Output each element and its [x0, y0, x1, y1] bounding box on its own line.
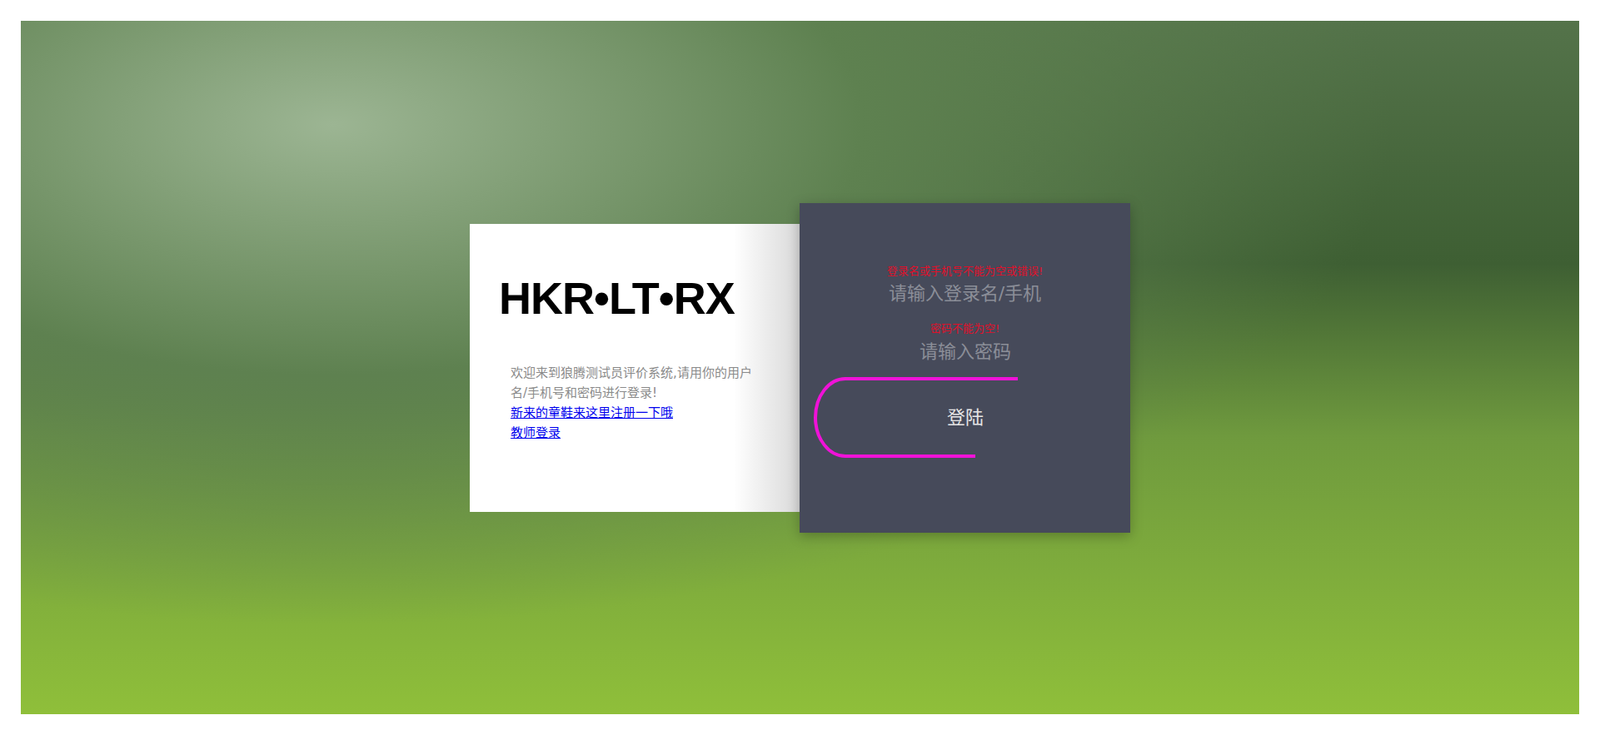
- info-card: HKR•LT•RX 欢迎来到狼腾测试员评价系统,请用你的用户名/手机号和密码进行…: [469, 224, 800, 513]
- error-message: 登录名或手机号不能为空或错误!: [887, 264, 1043, 280]
- login-button[interactable]: 登陆: [799, 377, 1131, 459]
- register-link[interactable]: 新来的童鞋来这里注册一下哦: [498, 403, 783, 424]
- background: HKR•LT•RX 欢迎来到狼腾测试员评价系统,请用你的用户名/手机号和密码进行…: [20, 20, 1580, 715]
- username-input[interactable]: [857, 278, 1074, 310]
- password-input[interactable]: [857, 336, 1074, 368]
- logo: HKR•LT•RX: [498, 274, 783, 324]
- teacher-login-link[interactable]: 教师登录: [498, 423, 783, 444]
- error-message: 密码不能为空!: [930, 322, 1000, 337]
- login-panel: 登录名或手机号不能为空或错误! 密码不能为空! 登陆: [799, 203, 1131, 534]
- intro-text: 欢迎来到狼腾测试员评价系统,请用你的用户名/手机号和密码进行登录!: [498, 363, 766, 404]
